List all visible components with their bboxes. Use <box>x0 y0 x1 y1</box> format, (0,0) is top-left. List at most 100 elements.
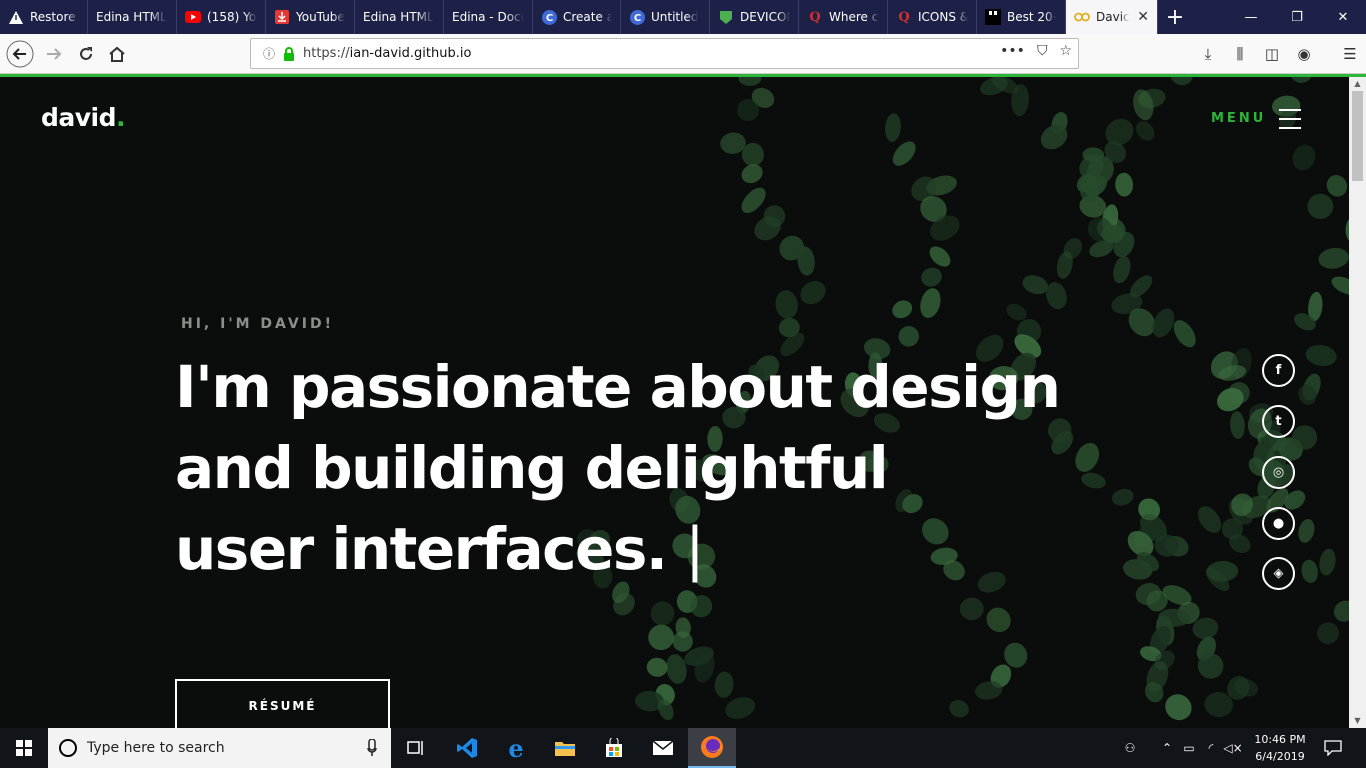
browser-tab[interactable]: YouTube <box>266 0 355 34</box>
ivy-leaf <box>1333 600 1349 622</box>
mail-icon[interactable] <box>641 728 685 768</box>
start-button[interactable] <box>0 728 48 768</box>
cortana-icon <box>59 739 77 757</box>
scroll-down-arrow-icon[interactable]: ▼ <box>1349 714 1366 728</box>
browser-tab[interactable]: Edina HTML <box>88 0 177 34</box>
browser-tab[interactable]: Q ICONS & <box>888 0 977 34</box>
maximize-button[interactable]: ❐ <box>1274 0 1320 34</box>
forward-button[interactable] <box>38 38 70 70</box>
people-icon[interactable]: ⚇ <box>1120 741 1140 755</box>
browser-tab[interactable]: Edina - Docu <box>444 0 533 34</box>
info-icon[interactable]: ⓘ <box>257 45 281 62</box>
facebook-icon[interactable]: f <box>1262 354 1295 387</box>
menu-label[interactable]: MENU <box>1211 111 1266 126</box>
clock-date: 6/4/2019 <box>1255 750 1305 763</box>
show-hidden-icons-chevron-icon[interactable]: ⌃ <box>1156 741 1178 755</box>
instagram-icon[interactable]: ◎ <box>1262 456 1295 489</box>
ivy-leaf <box>738 77 762 86</box>
svg-text:C: C <box>633 13 640 24</box>
minimize-button[interactable]: — <box>1228 0 1274 34</box>
search-placeholder: Type here to search <box>87 740 225 756</box>
browser-tab[interactable]: Edina HTML <box>355 0 444 34</box>
ivy-leaf <box>1165 694 1192 721</box>
hamburger-menu-icon[interactable]: ☰ <box>1334 38 1366 70</box>
downloads-icon[interactable]: ⤓ <box>1192 38 1224 70</box>
store-icon[interactable] <box>592 728 636 768</box>
pocket-icon[interactable]: ⛉ <box>1037 43 1048 59</box>
back-button[interactable] <box>4 38 36 70</box>
volume-muted-icon[interactable]: ◁× <box>1222 741 1244 755</box>
new-tab-button[interactable]: + <box>1158 0 1192 34</box>
edge-icon[interactable]: e <box>494 728 538 768</box>
vscode-icon[interactable] <box>445 728 489 768</box>
ivy-leaf <box>800 281 826 305</box>
browser-tab[interactable]: DEVICON <box>710 0 799 34</box>
ivy-leaf <box>1115 172 1134 197</box>
scrollbar-thumb[interactable] <box>1352 91 1363 181</box>
hero-headline: I'm passionate about design and building… <box>175 347 1061 590</box>
scroll-up-arrow-icon[interactable]: ▲ <box>1349 77 1366 91</box>
quora-icon: Q <box>809 9 821 25</box>
clock-time: 10:46 PM <box>1254 733 1306 746</box>
browser-tab[interactable]: (158) You <box>177 0 266 34</box>
ivy-leaf <box>1305 344 1337 367</box>
resume-button[interactable]: RÉSUMÉ <box>175 679 390 728</box>
window-controls: — ❐ ✕ <box>1228 0 1366 34</box>
ivy-leaf <box>949 700 969 718</box>
forward-arrow-icon <box>47 48 62 60</box>
browser-tab[interactable]: C Create a <box>533 0 621 34</box>
twitter-icon[interactable]: t <box>1262 405 1295 438</box>
browser-tab[interactable]: Davic ✕ <box>1066 0 1158 34</box>
ivy-leaf <box>1111 488 1134 506</box>
close-window-button[interactable]: ✕ <box>1320 0 1366 34</box>
close-tab-icon[interactable]: ✕ <box>1137 9 1149 25</box>
download-icon <box>274 9 290 25</box>
url-host: ian-david.github.io <box>349 46 472 61</box>
action-center-icon[interactable] <box>1316 728 1350 768</box>
ivy-leaf <box>986 607 1011 632</box>
reload-button[interactable] <box>70 38 102 70</box>
reload-icon <box>80 47 92 60</box>
battery-icon[interactable]: ▭ <box>1178 741 1200 755</box>
site-logo[interactable]: david. <box>41 103 126 132</box>
ivy-leaf <box>714 671 734 698</box>
browser-tab[interactable]: Q Where ca <box>799 0 888 34</box>
ivy-leaf <box>1081 472 1106 489</box>
home-button[interactable] <box>101 38 133 70</box>
firefox-taskbar-icon[interactable] <box>688 728 736 768</box>
taskbar-search-box[interactable]: Type here to search <box>48 728 391 768</box>
menu-toggle-icon[interactable] <box>1279 109 1301 129</box>
page-scrollbar[interactable]: ▲ ▼ <box>1349 77 1366 728</box>
library-icon[interactable]: ⫼ <box>1224 38 1256 70</box>
windows-logo-icon <box>16 740 32 756</box>
tab-label: Create a <box>563 10 612 24</box>
address-bar[interactable]: ⓘ https://ian-david.github.io ••• ⛉ ☆ <box>250 38 1079 69</box>
ivy-leaf <box>959 597 984 621</box>
svg-text:C: C <box>545 13 552 24</box>
page-actions-button[interactable]: ••• <box>1000 43 1025 59</box>
ivy-leaf <box>1331 276 1349 295</box>
browser-tab[interactable]: C Untitled <box>621 0 710 34</box>
taskbar-clock[interactable]: 10:46 PM 6/4/2019 <box>1250 731 1310 765</box>
browser-tab[interactable]: Restore S <box>0 0 88 34</box>
github-icon[interactable]: ● <box>1262 507 1295 540</box>
c-logo-icon: C <box>629 9 645 25</box>
url-text: https://ian-david.github.io <box>303 46 471 61</box>
microphone-icon[interactable] <box>367 739 377 757</box>
ivy-leaf <box>885 113 901 142</box>
bookmark-star-icon[interactable]: ☆ <box>1059 43 1072 59</box>
codepen-icon[interactable]: ◈ <box>1262 557 1295 590</box>
back-arrow-icon <box>6 40 34 68</box>
account-icon[interactable]: ◉ <box>1288 38 1320 70</box>
system-tray: ⚇ ⌃ ▭ ◜ ◁× <box>1120 728 1244 768</box>
file-explorer-icon[interactable] <box>543 728 587 768</box>
home-icon <box>109 46 125 62</box>
glasses-icon <box>1074 9 1090 25</box>
sidebar-icon[interactable]: ◫ <box>1256 38 1288 70</box>
task-view-icon[interactable] <box>396 728 436 768</box>
ivy-leaf <box>1198 506 1222 533</box>
navigation-toolbar: ⓘ https://ian-david.github.io ••• ⛉ ☆ ⤓ … <box>0 34 1366 74</box>
ivy-leaf <box>1136 121 1155 141</box>
browser-tab[interactable]: Best 20+ <box>977 0 1066 34</box>
wifi-icon[interactable]: ◜ <box>1200 741 1222 755</box>
